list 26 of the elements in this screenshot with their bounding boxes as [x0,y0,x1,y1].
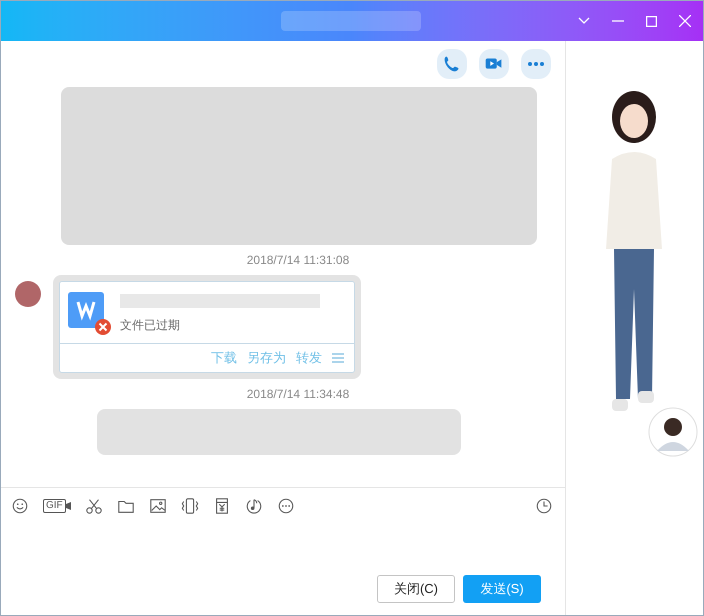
close-icon[interactable] [679,15,691,27]
minimize-icon[interactable] [612,20,624,22]
avatar-placeholder [15,281,41,307]
message-timestamp: 2018/7/14 11:34:48 [246,387,350,401]
dropdown-icon[interactable] [578,17,590,25]
file-action-link[interactable]: 另存为 [247,348,286,368]
send-button[interactable]: 发送(S) [463,575,541,603]
file-status: 文件已过期 [120,318,181,332]
music-note-icon[interactable] [244,496,263,514]
video-camera-button[interactable] [479,49,509,79]
scissors-icon[interactable] [84,496,103,514]
file-action-link[interactable]: 转发 [296,348,322,368]
file-action-link[interactable]: 下载 [211,348,237,368]
word-file-error-icon [68,290,112,336]
maximize-icon[interactable] [646,16,657,26]
close-button[interactable]: 关闭(C) [377,575,455,603]
message-timestamp: 2018/7/14 11:31:08 [246,253,350,267]
more-button[interactable] [521,49,551,79]
clock-icon[interactable] [535,496,553,514]
emoji-icon[interactable] [11,496,29,514]
phone-vibrate-icon[interactable] [180,496,199,514]
more-icon [527,61,545,67]
image-icon[interactable] [148,496,167,514]
avatar-icon[interactable] [648,407,698,457]
phone-button[interactable] [437,49,467,79]
more-icon[interactable] [276,496,295,514]
